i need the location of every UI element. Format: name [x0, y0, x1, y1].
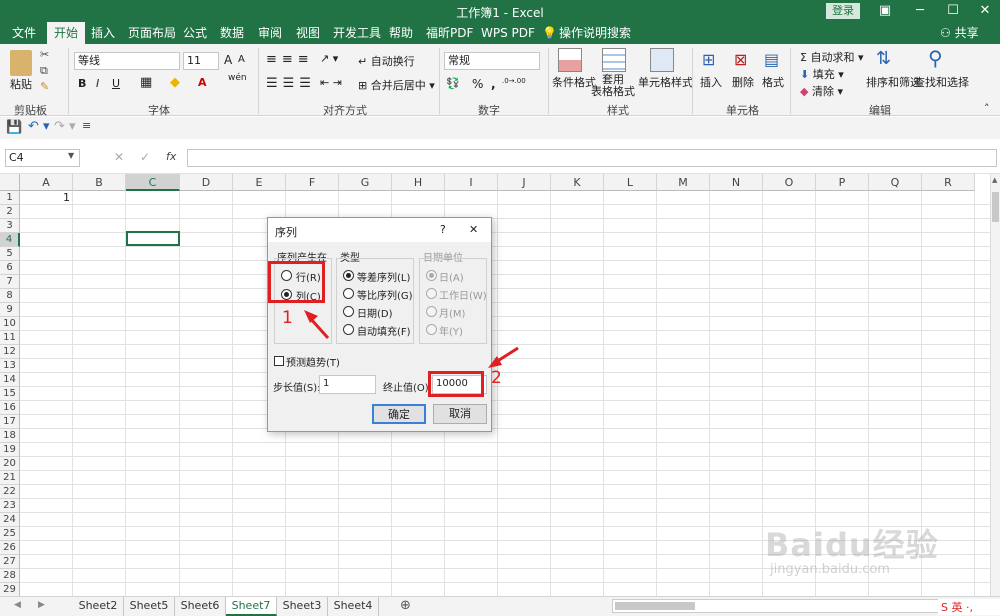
ime-indicator: S 英 ·,	[938, 599, 1000, 615]
sheet-tab[interactable]: Sheet3	[277, 597, 328, 616]
sheet-tab[interactable]: Sheet5	[124, 597, 175, 616]
sheet-tab[interactable]: Sheet6	[175, 597, 226, 616]
arrow-1	[304, 310, 330, 340]
sheet-tab[interactable]: Sheet7	[226, 597, 277, 616]
watermark-url: jingyan.baidu.com	[770, 562, 890, 577]
annotation-label-2: 2	[491, 368, 502, 388]
arrow-2	[488, 346, 519, 368]
horizontal-scrollbar[interactable]	[612, 599, 942, 613]
prev-sheet-icon[interactable]: ◀	[14, 600, 21, 610]
add-sheet-icon[interactable]: ⊕	[400, 598, 411, 613]
sheet-tab[interactable]: Sheet4	[328, 597, 379, 616]
next-sheet-icon[interactable]: ▶	[38, 600, 45, 610]
sheet-tab-bar: ◀ ▶ Sheet2 Sheet5 Sheet6 Sheet7 Sheet3 Sheet4…	[0, 596, 1000, 616]
annotation-label-1: 1	[282, 308, 293, 328]
watermark-logo: Baidu经验	[765, 526, 939, 564]
h-scroll-thumb[interactable]	[615, 602, 695, 610]
sheet-tab[interactable]: Sheet2	[73, 597, 124, 616]
